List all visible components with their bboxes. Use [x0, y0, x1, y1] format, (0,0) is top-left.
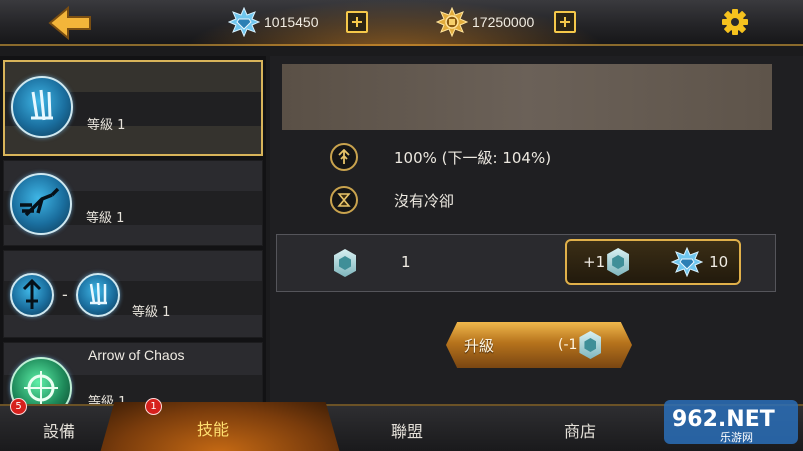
owned-shard-count: 1	[401, 253, 411, 271]
skill-item-2[interactable]: 等級 1	[3, 160, 263, 246]
upgrade-button[interactable]: 升級 (-1	[446, 322, 632, 368]
tab-skills[interactable]: 技能	[100, 402, 340, 451]
gem-icon	[671, 247, 704, 277]
damage-value: 100% (下一級: 104%)	[394, 148, 552, 167]
cooldown-row: 沒有冷卻	[330, 185, 454, 215]
tab-label: 聯盟	[390, 421, 423, 441]
skill-shard-icon	[607, 248, 630, 276]
skills-badge: 1	[145, 398, 162, 415]
skill-description-box	[282, 64, 772, 130]
gold-currency: 17250000	[436, 7, 576, 37]
site-watermark-logo: 962.NET 乐游网	[664, 400, 798, 444]
skill-dash-icon	[10, 173, 72, 235]
gem-icon	[228, 7, 260, 37]
gold-coin-icon	[436, 7, 468, 37]
skill-claw-icon	[76, 273, 120, 317]
buy-gem-cost: 10	[709, 253, 729, 271]
upgrade-cost: (-1	[558, 337, 578, 353]
cooldown-value: 沒有冷卻	[394, 191, 455, 210]
hourglass-icon	[330, 186, 358, 214]
gold-amount: 17250000	[472, 14, 535, 30]
settings-button[interactable]	[721, 8, 749, 36]
skill-name: Arrow of Chaos	[88, 347, 185, 363]
buy-shard-amount: +1	[583, 253, 606, 271]
gem-currency: 1015450	[228, 7, 368, 37]
upgrade-label: 升級	[464, 336, 495, 355]
buy-shard-button[interactable]: +1 10	[565, 239, 741, 285]
gem-amount: 1015450	[264, 14, 319, 30]
back-arrow-icon	[48, 5, 91, 41]
equipment-badge: 5	[10, 398, 27, 415]
top-bar: 1015450 17250000	[0, 0, 803, 46]
gear-icon	[722, 9, 748, 35]
skill-item-1[interactable]: 等級 1	[3, 60, 263, 156]
skill-claw-icon	[11, 76, 73, 138]
add-gold-button[interactable]	[554, 11, 576, 33]
shard-cost-bar: 1 +1 10	[276, 234, 776, 292]
tab-label: 技能	[196, 419, 229, 439]
add-gems-button[interactable]	[346, 11, 368, 33]
skill-shard-icon	[579, 331, 602, 359]
damage-icon	[330, 143, 358, 171]
skill-detail-panel: 100% (下一級: 104%) 沒有冷卻 1 +1 10 升級 (-1	[270, 56, 803, 406]
tab-label: 商店	[563, 421, 596, 441]
svg-text:962.NET: 962.NET	[672, 407, 775, 432]
skill-leap-icon	[10, 273, 54, 317]
skill-shard-icon	[334, 249, 356, 277]
damage-row: 100% (下一級: 104%)	[330, 142, 551, 172]
tab-alliance[interactable]: 聯盟	[330, 406, 490, 451]
skill-level: 等級 1	[132, 305, 171, 320]
svg-text:乐游网: 乐游网	[720, 431, 753, 444]
skill-level: 等級 1	[86, 211, 125, 226]
back-arrow-button[interactable]	[48, 5, 92, 41]
skill-item-combo[interactable]: - 等級 1	[3, 250, 263, 338]
skill-list[interactable]: 等級 1 等級 1 - 等級 1 Arrow of Chaos 等級 1	[0, 56, 266, 419]
tab-label: 設備	[42, 421, 75, 441]
skill-level: 等級 1	[87, 118, 126, 133]
combo-separator: -	[62, 285, 68, 304]
tab-shop[interactable]: 商店	[500, 406, 660, 451]
skill-item-arrow-of-chaos[interactable]: Arrow of Chaos 等級 1	[3, 342, 263, 419]
